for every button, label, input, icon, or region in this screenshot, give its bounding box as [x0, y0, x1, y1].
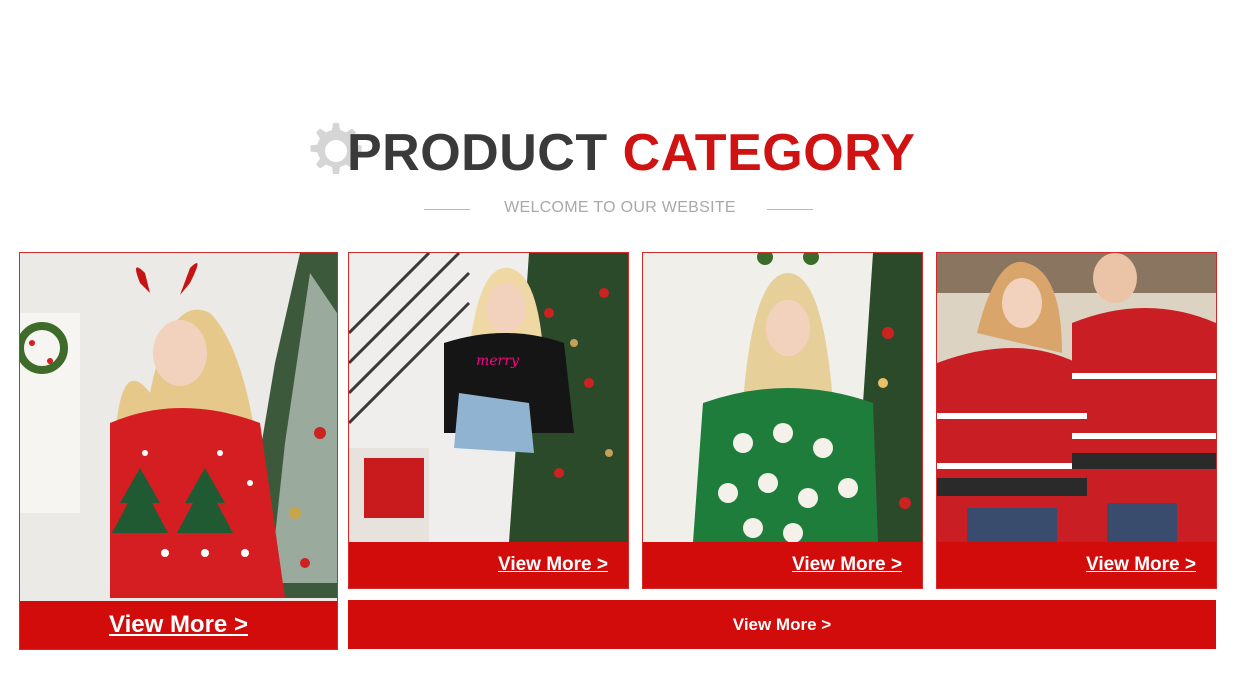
- product-photo-black-sweater[interactable]: merry: [349, 253, 628, 542]
- card-2-bar: View More >: [349, 542, 628, 588]
- svg-text:merry: merry: [476, 353, 520, 369]
- card-4-bar: View More >: [937, 542, 1216, 588]
- product-photo-fair-isle-sweaters[interactable]: [937, 253, 1216, 542]
- title-red: CATEGORY: [622, 124, 916, 182]
- view-more-button[interactable]: View More >: [1086, 554, 1196, 576]
- product-photo-red-sweater[interactable]: [20, 253, 337, 601]
- page-title: PRODUCT CATEGORY: [347, 122, 915, 184]
- category-card-4[interactable]: View More >: [936, 252, 1217, 589]
- divider-left: [424, 209, 470, 210]
- subtitle-row: WELCOME TO OUR WEBSITE: [420, 198, 820, 220]
- card-1-bar: View More >: [20, 601, 337, 649]
- section-heading: PRODUCT CATEGORY: [300, 118, 915, 188]
- view-more-button[interactable]: View More >: [498, 554, 608, 576]
- title-dark: PRODUCT: [347, 124, 608, 182]
- product-photo-green-sweater[interactable]: [643, 253, 922, 542]
- divider-right: [767, 209, 813, 210]
- view-more-button[interactable]: View More >: [792, 554, 902, 576]
- card-3-bar: View More >: [643, 542, 922, 588]
- view-more-all-button[interactable]: View More >: [348, 600, 1216, 649]
- subtitle: WELCOME TO OUR WEBSITE: [504, 199, 736, 216]
- category-card-1[interactable]: View More >: [19, 252, 338, 650]
- category-card-3[interactable]: View More >: [642, 252, 923, 589]
- view-more-all-label: View More >: [732, 614, 832, 634]
- category-card-2[interactable]: merry View More >: [348, 252, 629, 589]
- view-more-button[interactable]: View More >: [109, 611, 248, 639]
